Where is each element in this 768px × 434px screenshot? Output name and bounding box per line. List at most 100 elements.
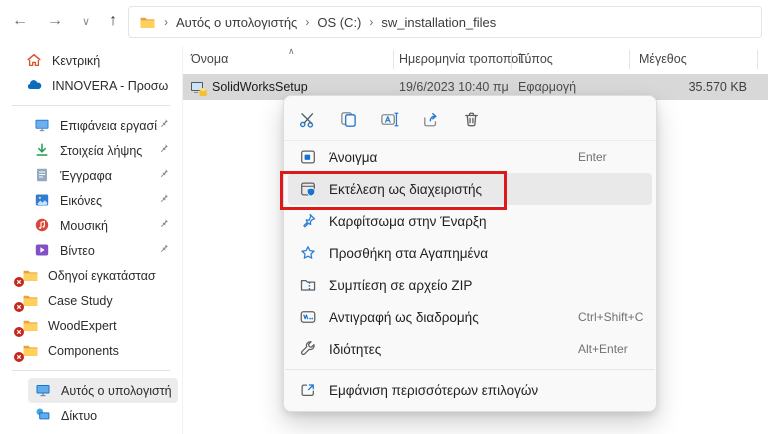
- column-headers: Όνομα ∧ Ημερομηνία τροποποί... Τύπος Μέγ…: [183, 46, 768, 72]
- show-more-options-icon: [298, 381, 318, 399]
- folder-icon: [22, 292, 39, 309]
- rename-button[interactable]: [374, 103, 404, 135]
- pin-icon[interactable]: [158, 193, 169, 204]
- pin-icon[interactable]: [158, 168, 169, 179]
- menu-item-label: Άνοιγμα: [329, 150, 377, 165]
- music-icon: [34, 217, 51, 234]
- folder-icon: [139, 14, 156, 31]
- menu-item-copy-as-path[interactable]: Αντιγραφή ως διαδρομής Ctrl+Shift+C: [288, 301, 652, 333]
- pin-to-start-icon: [298, 212, 318, 230]
- menu-item-compress-to-zip[interactable]: Συμπίεση σε αρχείο ZIP: [288, 269, 652, 301]
- recent-locations-button[interactable]: ∨: [82, 15, 90, 28]
- sort-ascending-icon: ∧: [288, 46, 295, 57]
- pin-icon[interactable]: [158, 118, 169, 129]
- sidebar-item-label: Μουσική: [60, 219, 108, 233]
- menu-item-shortcut: Alt+Enter: [578, 342, 628, 356]
- column-divider[interactable]: [511, 50, 512, 69]
- menu-item-label: Συμπίεση σε αρχείο ZIP: [329, 278, 472, 293]
- sidebar-divider: [12, 370, 170, 371]
- sidebar-item-pictures[interactable]: Εικόνες: [4, 188, 178, 213]
- column-divider[interactable]: [393, 50, 394, 69]
- delete-button[interactable]: [456, 103, 486, 135]
- sync-error-icon: [14, 302, 24, 312]
- menu-item-pin-to-start[interactable]: Καρφίτσωμα στην Έναρξη: [288, 205, 652, 237]
- menu-item-add-to-favorites[interactable]: Προσθήκη στα Αγαπημένα: [288, 237, 652, 269]
- sidebar-item-label: INNOVERA - Προσω: [52, 79, 168, 93]
- open-icon: [298, 148, 318, 166]
- sidebar-item-label: Επιφάνεια εργασί: [60, 119, 157, 133]
- breadcrumb-this-pc[interactable]: Αυτός ο υπολογιστής: [176, 15, 297, 30]
- pin-icon[interactable]: [158, 218, 169, 229]
- folder-icon: [22, 317, 39, 334]
- sidebar-item-desktop[interactable]: Επιφάνεια εργασί: [4, 113, 178, 138]
- menu-item-show-more-options[interactable]: Εμφάνιση περισσότερων επιλογών: [288, 374, 652, 406]
- sidebar-item-onedrive[interactable]: INNOVERA - Προσω: [4, 73, 178, 98]
- sidebar-item-this-pc[interactable]: Αυτός ο υπολογιστή: [28, 378, 178, 403]
- pin-icon[interactable]: [158, 143, 169, 154]
- sidebar-item-label: Κεντρική: [52, 54, 100, 68]
- sidebar-item-downloads[interactable]: Στοιχεία λήψης: [4, 138, 178, 163]
- sidebar-item-home[interactable]: Κεντρική: [4, 48, 178, 73]
- file-size: 35.570 KB: [689, 80, 747, 94]
- sidebar-item-videos[interactable]: Βίντεο: [4, 238, 178, 263]
- back-button[interactable]: ←: [12, 12, 28, 30]
- up-button[interactable]: ↑: [109, 12, 117, 30]
- menu-item-shortcut: Enter: [578, 150, 607, 164]
- sidebar-item-label: Εικόνες: [60, 194, 102, 208]
- sidebar-item-label: Αυτός ο υπολογιστή: [61, 384, 172, 398]
- sidebar-item-label: Δίκτυο: [61, 409, 97, 423]
- sync-error-icon: [14, 327, 24, 337]
- pin-icon[interactable]: [158, 243, 169, 254]
- forward-button[interactable]: →: [47, 12, 63, 30]
- sidebar-divider: [12, 105, 170, 106]
- nav-buttons: ← → ∨ ↑: [12, 0, 117, 42]
- run-as-administrator-icon: [298, 180, 318, 198]
- sidebar-item-label: Στοιχεία λήψης: [60, 144, 142, 158]
- share-button[interactable]: [415, 103, 445, 135]
- sidebar-item-label: Οδηγοί εγκατάστασ: [48, 269, 156, 283]
- explorer-toolbar: ← → ∨ ↑ › Αυτός ο υπολογιστής › OS (C:) …: [0, 0, 768, 44]
- videos-icon: [34, 242, 51, 259]
- installer-icon: [190, 80, 208, 98]
- sidebar-item-case-study[interactable]: Case Study: [4, 288, 178, 313]
- breadcrumb-separator: ›: [305, 15, 309, 29]
- sidebar-item-odigoi-egkatastasis[interactable]: Οδηγοί εγκατάστασ: [4, 263, 178, 288]
- copy-as-path-icon: [298, 308, 318, 326]
- sidebar-item-network[interactable]: Δίκτυο: [28, 403, 178, 428]
- navigation-pane: Κεντρική INNOVERA - Προσω Επιφάνεια εργα…: [0, 48, 182, 434]
- cut-button[interactable]: [292, 103, 322, 135]
- this-pc-icon: [35, 382, 52, 399]
- column-divider[interactable]: [629, 50, 630, 69]
- sidebar-item-documents[interactable]: Έγγραφα: [4, 163, 178, 188]
- sidebar-item-components[interactable]: Components: [4, 338, 178, 363]
- column-header-name[interactable]: Όνομα: [191, 52, 228, 66]
- folder-icon: [22, 342, 39, 359]
- menu-item-shortcut: Ctrl+Shift+C: [578, 310, 643, 324]
- breadcrumb-os-c[interactable]: OS (C:): [317, 15, 361, 30]
- menu-item-run-as-administrator[interactable]: Εκτέλεση ως διαχειριστής: [288, 173, 652, 205]
- breadcrumb-current-folder[interactable]: sw_installation_files: [381, 15, 496, 30]
- sidebar-item-label: Case Study: [48, 294, 113, 308]
- sidebar-item-music[interactable]: Μουσική: [4, 213, 178, 238]
- menu-item-label: Εμφάνιση περισσότερων επιλογών: [329, 383, 538, 398]
- onedrive-cloud-icon: [26, 77, 43, 94]
- column-header-type[interactable]: Τύπος: [518, 52, 553, 66]
- sync-error-icon: [14, 352, 24, 362]
- menu-item-label: Εκτέλεση ως διαχειριστής: [329, 182, 482, 197]
- downloads-icon: [34, 142, 51, 159]
- pictures-icon: [34, 192, 51, 209]
- column-divider[interactable]: [757, 50, 758, 69]
- menu-item-properties[interactable]: Ιδιότητες Alt+Enter: [288, 333, 652, 365]
- sidebar-item-label: Components: [48, 344, 119, 358]
- home-icon: [26, 52, 43, 69]
- copy-button[interactable]: [333, 103, 363, 135]
- column-header-size[interactable]: Μέγεθος: [639, 52, 687, 66]
- sidebar-item-woodexpert[interactable]: WoodExpert: [4, 313, 178, 338]
- menu-divider: [285, 369, 655, 370]
- breadcrumb-separator: ›: [164, 15, 168, 29]
- menu-item-label: Προσθήκη στα Αγαπημένα: [329, 246, 488, 261]
- menu-item-open[interactable]: Άνοιγμα Enter: [288, 141, 652, 173]
- sidebar-item-label: WoodExpert: [48, 319, 117, 333]
- network-icon: [35, 407, 52, 424]
- address-bar[interactable]: › Αυτός ο υπολογιστής › OS (C:) › sw_ins…: [128, 6, 762, 38]
